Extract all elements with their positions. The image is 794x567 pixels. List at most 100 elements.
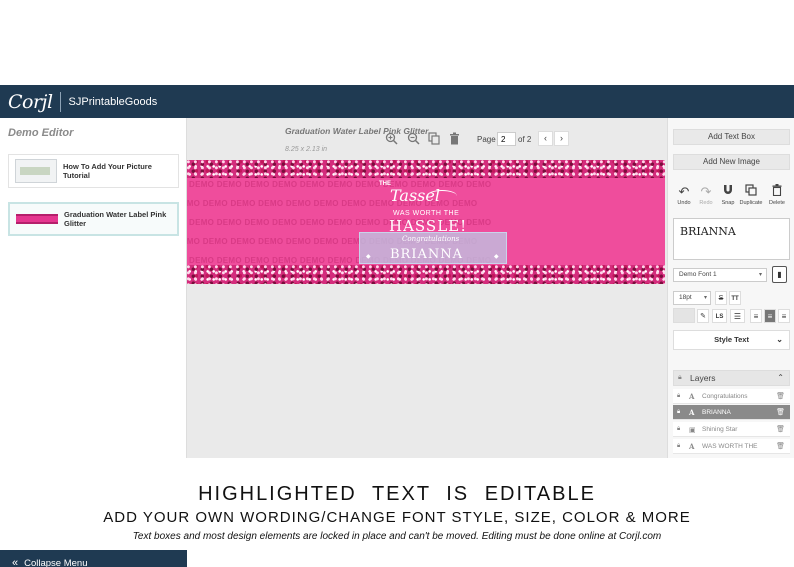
align-left-icon[interactable]: ≡ [750, 309, 762, 323]
subline-caption: ADD YOUR OWN WORDING/CHANGE FONT STYLE, … [103, 509, 691, 526]
headline-caption: HIGHLIGHTED TEXT IS EDITABLE [198, 483, 596, 505]
logo-divider [59, 91, 61, 112]
trash-icon[interactable]: 🗑︎ [776, 422, 785, 437]
magnet-icon [716, 184, 740, 200]
redo-icon: ↷ [700, 184, 712, 199]
project-thumbnail [16, 214, 58, 224]
chevron-down-icon: ⌄ [776, 335, 783, 344]
text-content-field[interactable]: BRIANNA [673, 218, 790, 260]
style-text-button[interactable]: Style Text ⌄ [673, 330, 790, 350]
name-text[interactable]: BRIANNA [390, 247, 463, 262]
layer-name: WAS WORTH THE [702, 443, 758, 450]
trash-icon[interactable] [449, 132, 460, 148]
label-design: DEMO DEMO DEMO DEMO DEMO DEMO DEMO DEMO … [187, 160, 665, 284]
chevron-up-icon: ⌃ [777, 373, 784, 382]
color-preview[interactable] [673, 308, 695, 323]
letter-spacing-button[interactable]: LS [712, 309, 727, 323]
double-chevron-left-icon: « [12, 557, 19, 567]
trash-icon [765, 184, 789, 200]
congratulations-text[interactable]: Congratulations [402, 235, 459, 243]
trash-icon[interactable]: 🗑︎ [776, 439, 785, 454]
image-icon: ▣ [689, 425, 696, 434]
next-page-button[interactable]: › [554, 131, 569, 146]
copy-icon[interactable] [428, 132, 440, 148]
lock-icon[interactable]: 🔒︎ [677, 422, 680, 437]
font-size-value: 18pt [679, 294, 692, 301]
text-icon: A [689, 392, 695, 401]
project-size: 8.25 x 2.13 in [285, 146, 328, 153]
snap-button[interactable]: Snap [716, 184, 740, 206]
eyedropper-icon[interactable]: ✎ [697, 309, 709, 323]
lock-icon: 🔒︎ [678, 374, 682, 381]
layer-name: Shining Star [702, 426, 738, 433]
project-card-water-label[interactable]: Graduation Water Label Pink Glitter [8, 202, 179, 236]
align-right-icon[interactable]: ≡ [778, 309, 790, 323]
page: Corjl SJPrintableGoods Demo Editor How T… [0, 0, 794, 567]
redo-label: Redo [699, 200, 713, 206]
project-card-tutorial[interactable]: How To Add Your Picture Tutorial [8, 154, 179, 188]
panel-title: Demo Editor [8, 127, 74, 139]
duplicate-label: Duplicate [739, 200, 763, 206]
layers-header[interactable]: 🔒︎ Layers ⌃ [673, 370, 790, 386]
duplicate-icon [739, 184, 763, 200]
layer-row[interactable]: 🔒︎ ▣ Shining Star 🗑︎ [673, 422, 790, 437]
font-size-select[interactable]: 18pt ▾ [673, 291, 711, 305]
text-icon: A [689, 442, 695, 451]
zoom-in-icon[interactable] [385, 132, 398, 148]
page-number-input[interactable] [497, 132, 516, 146]
lock-icon[interactable]: 🔒︎ [677, 405, 680, 420]
undo-button[interactable]: ↶ Undo [672, 184, 696, 206]
lock-icon[interactable]: 🔒︎ [677, 389, 680, 404]
undo-label: Undo [677, 200, 691, 206]
project-label: How To Add Your Picture Tutorial [63, 162, 152, 180]
snap-label: Snap [721, 200, 735, 206]
collapse-menu-label: Collapse Menu [24, 557, 88, 567]
font-select[interactable]: Demo Font 1 ▾ [673, 268, 767, 282]
worth-text[interactable]: WAS WORTH THE [393, 210, 459, 217]
style-text-label: Style Text [714, 335, 749, 344]
trash-icon[interactable]: 🗑︎ [776, 405, 785, 420]
delete-button[interactable]: Delete [765, 184, 789, 206]
paint-bucket-icon: ▮ [777, 270, 782, 279]
text-icon: A [689, 408, 695, 417]
top-bar: Corjl SJPrintableGoods [0, 85, 794, 118]
layer-name: Congratulations [702, 393, 748, 400]
glitter-border-top [187, 160, 665, 178]
left-panel: Demo Editor How To Add Your Picture Tuto… [0, 118, 187, 567]
text-color-button[interactable]: ▮ [772, 266, 787, 283]
canvas-area: Graduation Water Label Pink Glitter 8.25… [187, 118, 667, 458]
collapse-menu-button[interactable]: « Collapse Menu [0, 550, 187, 567]
shop-name: SJPrintableGoods [68, 95, 158, 108]
layer-row[interactable]: 🔒︎ A Congratulations 🗑︎ [673, 389, 790, 404]
layer-name: BRIANNA [702, 409, 731, 416]
previous-page-button[interactable]: ‹ [538, 131, 553, 146]
resize-handle-right[interactable]: ◆ [494, 253, 499, 260]
trash-icon[interactable]: 🗑︎ [776, 389, 785, 404]
redo-button[interactable]: ↷ Redo [694, 184, 718, 206]
chevron-down-icon: ▾ [703, 295, 707, 301]
font-select-value: Demo Font 1 [679, 271, 717, 278]
undo-icon: ↶ [678, 184, 690, 199]
project-thumbnail [15, 159, 57, 183]
corjl-logo[interactable]: Corjl [8, 91, 53, 113]
note-caption: Text boxes and most design elements are … [132, 531, 662, 542]
delete-label: Delete [769, 200, 785, 206]
all-caps-button[interactable]: TT [729, 291, 741, 305]
resize-handle-left[interactable]: ◆ [366, 253, 371, 260]
project-label: Graduation Water Label Pink Glitter [64, 210, 167, 228]
tassel-swirl [427, 190, 457, 202]
editable-text-selection[interactable]: Congratulations BRIANNA ◆ ◆ [359, 232, 507, 264]
add-new-image-button[interactable]: Add New Image [673, 154, 790, 170]
layer-row-selected[interactable]: 🔒︎ A BRIANNA 🗑︎ [673, 405, 790, 420]
align-center-icon[interactable]: ≡ [764, 309, 776, 323]
strikethrough-button[interactable]: S [715, 291, 727, 305]
zoom-out-icon[interactable] [407, 132, 420, 148]
lock-icon[interactable]: 🔒︎ [677, 439, 680, 454]
add-text-box-button[interactable]: Add Text Box [673, 129, 790, 145]
chevron-down-icon: ▾ [758, 272, 762, 278]
layer-row[interactable]: 🔒︎ A WAS WORTH THE 🗑︎ [673, 439, 790, 454]
layers-title: Layers [690, 373, 716, 383]
line-spacing-icon[interactable]: ☰ [730, 309, 745, 323]
page-label: Page [477, 135, 496, 144]
duplicate-button[interactable]: Duplicate [739, 184, 763, 206]
